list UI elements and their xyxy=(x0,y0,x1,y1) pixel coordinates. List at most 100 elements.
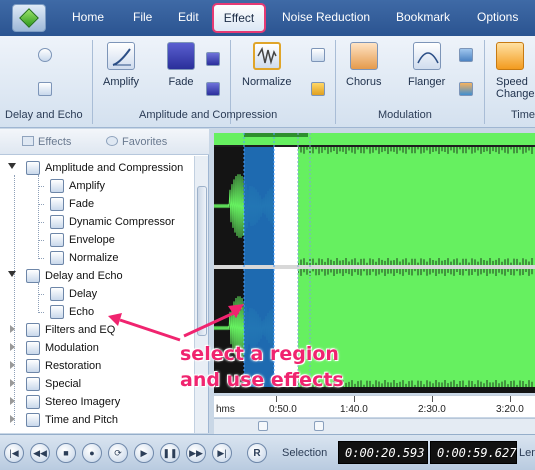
tab-home[interactable]: Home xyxy=(72,10,104,24)
amplify-button[interactable]: Amplify xyxy=(103,42,139,88)
pause-icon: ❚❚ xyxy=(162,447,178,458)
menu-bar: Home File Edit Effect Noise Reduction Bo… xyxy=(0,0,535,36)
tree-item[interactable]: Amplify xyxy=(0,177,195,195)
effects-panel-scroll-thumb[interactable] xyxy=(197,186,207,336)
effect-icon xyxy=(50,251,64,265)
tree-item-label: Normalize xyxy=(69,252,119,264)
compressor-icon[interactable] xyxy=(311,48,325,62)
scroll-thumb[interactable] xyxy=(258,421,268,431)
effect-icon xyxy=(50,215,64,229)
app-logo-icon xyxy=(19,8,39,28)
tree-item[interactable]: Fade xyxy=(0,195,195,213)
expand-arrow-icon[interactable] xyxy=(10,361,15,369)
speed-label-line1: Speed xyxy=(496,76,528,88)
effect-icon xyxy=(26,395,40,409)
group-modulation-label: Modulation xyxy=(378,109,432,121)
app-menu-button[interactable] xyxy=(12,4,46,32)
chorus-button[interactable]: Chorus xyxy=(346,42,381,88)
tree-item-label: Envelope xyxy=(69,234,115,246)
fast-forward-button[interactable]: ▶▶ xyxy=(186,443,206,463)
fade-out-icon[interactable] xyxy=(206,82,220,96)
collapse-arrow-icon[interactable] xyxy=(8,271,16,277)
tree-item[interactable]: Envelope xyxy=(0,231,195,249)
length-label: Leng xyxy=(519,447,535,459)
tree-item[interactable]: Delay xyxy=(0,285,195,303)
skip-start-icon: |◀ xyxy=(9,447,19,458)
expand-arrow-icon[interactable] xyxy=(10,397,15,405)
tree-category[interactable]: Special xyxy=(0,375,195,393)
expand-arrow-icon[interactable] xyxy=(10,343,15,351)
loop-button[interactable]: ⟳ xyxy=(108,443,128,463)
selection-end-time[interactable]: 0:00:59.627 xyxy=(430,441,517,464)
rewind-button[interactable]: ◀◀ xyxy=(30,443,50,463)
ruler-tick xyxy=(354,396,355,402)
delay-icon[interactable] xyxy=(38,48,52,62)
effect-icon xyxy=(26,377,40,391)
chorus-label: Chorus xyxy=(346,76,382,88)
normalize-button[interactable]: Normalize xyxy=(242,42,292,88)
tree-category[interactable]: Time and Pitch xyxy=(0,411,195,429)
phaser-icon[interactable] xyxy=(459,48,473,62)
tree-category[interactable]: Modulation xyxy=(0,339,195,357)
tree-item[interactable]: Dynamic Compressor xyxy=(0,213,195,231)
fade-button[interactable]: Fade xyxy=(167,42,195,88)
tab-bookmark[interactable]: Bookmark xyxy=(396,10,450,24)
expand-arrow-icon[interactable] xyxy=(10,379,15,387)
tab-options[interactable]: Options xyxy=(477,10,518,24)
expand-arrow-icon[interactable] xyxy=(10,415,15,423)
selection-start-time[interactable]: 0:00:20.593 xyxy=(338,441,428,464)
scroll-thumb[interactable] xyxy=(314,421,324,431)
tab-effects[interactable]: Effects xyxy=(22,136,71,148)
tree-category[interactable]: Filters and EQ xyxy=(0,321,195,339)
collapse-arrow-icon[interactable] xyxy=(8,163,16,169)
repeat-mode-button[interactable]: R xyxy=(247,443,267,463)
go-to-end-button[interactable]: ▶| xyxy=(212,443,232,463)
ruler-label: 1:40.0 xyxy=(340,404,368,415)
channel-divider xyxy=(214,265,535,269)
ruler-label: 2:30.0 xyxy=(418,404,446,415)
amplify-icon xyxy=(107,42,136,70)
skip-end-icon: ▶| xyxy=(217,447,227,458)
record-button[interactable]: ● xyxy=(82,443,102,463)
tree-category[interactable]: Restoration xyxy=(0,357,195,375)
tab-edit[interactable]: Edit xyxy=(178,10,199,24)
tree-item-label: Time and Pitch xyxy=(45,414,118,426)
record-icon: ● xyxy=(89,448,95,458)
tree-category[interactable]: Delay and Echo xyxy=(0,267,195,285)
stop-button[interactable]: ■ xyxy=(56,443,76,463)
waveform-horizontal-scrollbar[interactable] xyxy=(214,418,535,434)
ruler-tick xyxy=(432,396,433,402)
go-to-start-button[interactable]: |◀ xyxy=(4,443,24,463)
tab-effects-label: Effects xyxy=(38,136,72,148)
loop-icon: ⟳ xyxy=(114,447,122,458)
tab-favorites[interactable]: Favorites xyxy=(106,136,167,148)
tree-guide xyxy=(38,294,44,295)
tree-category[interactable]: Amplitude and Compression xyxy=(0,159,195,177)
effect-icon xyxy=(50,197,64,211)
tree-item-label: Filters and EQ xyxy=(45,324,116,336)
group-delay-echo-label: Delay and Echo xyxy=(5,109,83,121)
transport-bar: |◀ ◀◀ ■ ● ⟳ ▶ ❚❚ ▶▶ ▶| R Selection 0:00:… xyxy=(0,434,535,470)
tree-guide xyxy=(38,312,44,313)
tab-effect[interactable]: Effect xyxy=(212,3,266,33)
tree-item[interactable]: Normalize xyxy=(0,249,195,267)
tab-noise-reduction[interactable]: Noise Reduction xyxy=(282,10,370,24)
tree-item[interactable]: Echo xyxy=(0,303,195,321)
play-button[interactable]: ▶ xyxy=(134,443,154,463)
pause-button[interactable]: ❚❚ xyxy=(160,443,180,463)
echo-icon[interactable] xyxy=(38,82,52,96)
ruler-label: 3:20.0 xyxy=(496,404,524,415)
stop-icon: ■ xyxy=(63,448,69,458)
vibrato-icon[interactable] xyxy=(459,82,473,96)
flanger-button[interactable]: Flanger xyxy=(408,42,445,88)
envelope-icon[interactable] xyxy=(311,82,325,96)
fade-in-icon[interactable] xyxy=(206,52,220,66)
speed-change-button[interactable]: Speed Change xyxy=(496,42,535,100)
tree-category[interactable]: Stereo Imagery xyxy=(0,393,195,411)
annotation-line-1: select a region xyxy=(180,343,339,365)
expand-arrow-icon[interactable] xyxy=(10,325,15,333)
time-ruler[interactable]: hms 0:50.0 1:40.0 2:30.0 3:20.0 xyxy=(214,395,535,417)
fade-icon xyxy=(167,42,195,70)
tab-file[interactable]: File xyxy=(133,10,152,24)
fade-label: Fade xyxy=(168,76,194,88)
